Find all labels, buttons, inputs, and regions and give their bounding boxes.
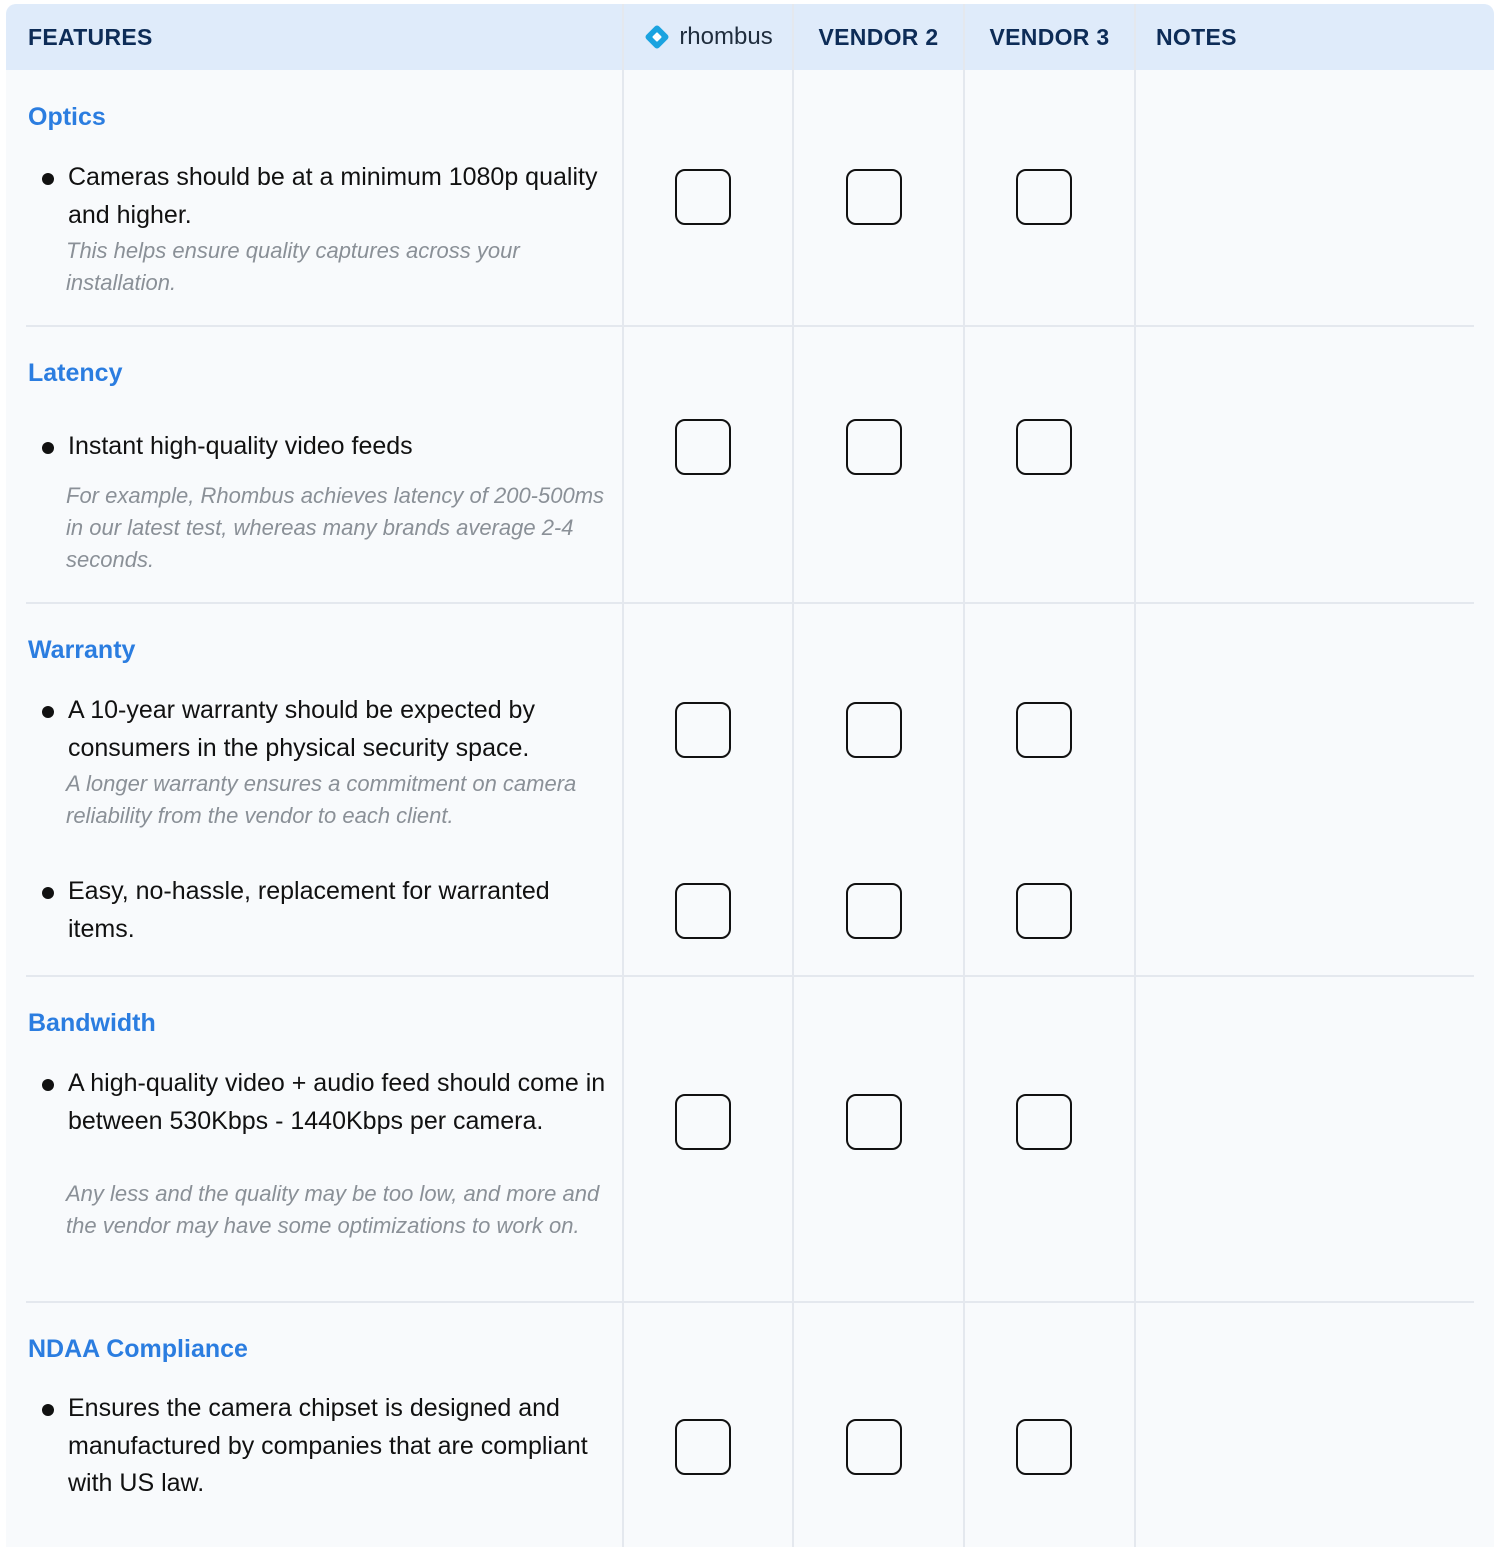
rhombus-brand-name: rhombus [679, 23, 773, 50]
features-column-header: FEATURES [28, 23, 153, 50]
bullet-icon [42, 442, 54, 454]
feature-text: Easy, no-hassle, replacement for warrant… [68, 877, 550, 943]
vendor-3-column-header: VENDOR 3 [989, 23, 1110, 50]
row-divider [26, 1301, 1474, 1303]
vendor-2-column-header: VENDOR 2 [818, 23, 939, 50]
vendor-3-checkbox[interactable] [1016, 419, 1072, 475]
vendor-3-checkbox[interactable] [1016, 1094, 1072, 1150]
section-title: Bandwidth [28, 1009, 156, 1037]
column-divider [622, 4, 624, 1547]
feature-note: A longer warranty ensures a commitment o… [66, 771, 577, 828]
bullet-icon [42, 173, 54, 185]
section-title: Warranty [28, 636, 136, 664]
rhombus-checkbox[interactable] [675, 169, 731, 225]
bullet-icon [42, 706, 54, 718]
vendor-2-checkbox[interactable] [846, 1094, 902, 1150]
feature-text: Instant high-quality video feeds [68, 432, 413, 460]
vendor-3-checkbox[interactable] [1016, 702, 1072, 758]
column-divider [792, 4, 794, 1547]
feature-text: Cameras should be at a minimum 1080p qua… [68, 163, 598, 229]
section-title: NDAA Compliance [28, 1335, 248, 1363]
row-divider [26, 602, 1474, 604]
row-divider [26, 975, 1474, 977]
feature-note: Any less and the quality may be too low,… [66, 1181, 600, 1238]
vendor-3-checkbox[interactable] [1016, 169, 1072, 225]
vendor-2-checkbox[interactable] [846, 169, 902, 225]
vendor-3-checkbox[interactable] [1016, 1419, 1072, 1475]
feature-text: A 10-year warranty should be expected by… [68, 696, 535, 762]
vendor-2-checkbox[interactable] [846, 883, 902, 939]
row-divider [26, 325, 1474, 327]
feature-note: This helps ensure quality captures acros… [66, 238, 520, 295]
comparison-table: FEATURES rhombus VENDOR 2 VENDOR 3 NOTES… [6, 4, 1494, 1547]
feature-text: A high-quality video + audio feed should… [68, 1069, 606, 1135]
feature-note: For example, Rhombus achieves latency of… [66, 483, 605, 572]
vendor-2-checkbox[interactable] [846, 1419, 902, 1475]
rhombus-checkbox[interactable] [675, 419, 731, 475]
column-divider [963, 4, 965, 1547]
rhombus-checkbox[interactable] [675, 1419, 731, 1475]
vendor-2-checkbox[interactable] [846, 419, 902, 475]
vendor-2-checkbox[interactable] [846, 702, 902, 758]
rhombus-logo-icon [645, 25, 669, 49]
rhombus-checkbox[interactable] [675, 883, 731, 939]
column-divider [1134, 4, 1136, 1547]
bullet-icon [42, 1404, 54, 1416]
rhombus-checkbox[interactable] [675, 1094, 731, 1150]
notes-column-header: NOTES [1156, 23, 1237, 50]
rhombus-checkbox[interactable] [675, 702, 731, 758]
section-title: Optics [28, 103, 106, 131]
feature-text: Ensures the camera chipset is designed a… [68, 1394, 588, 1497]
bullet-icon [42, 1079, 54, 1091]
rhombus-column-header: rhombus [623, 4, 793, 70]
table-header: FEATURES rhombus VENDOR 2 VENDOR 3 NOTES [6, 4, 1494, 70]
section-title: Latency [28, 359, 123, 387]
vendor-3-checkbox[interactable] [1016, 883, 1072, 939]
bullet-icon [42, 887, 54, 899]
